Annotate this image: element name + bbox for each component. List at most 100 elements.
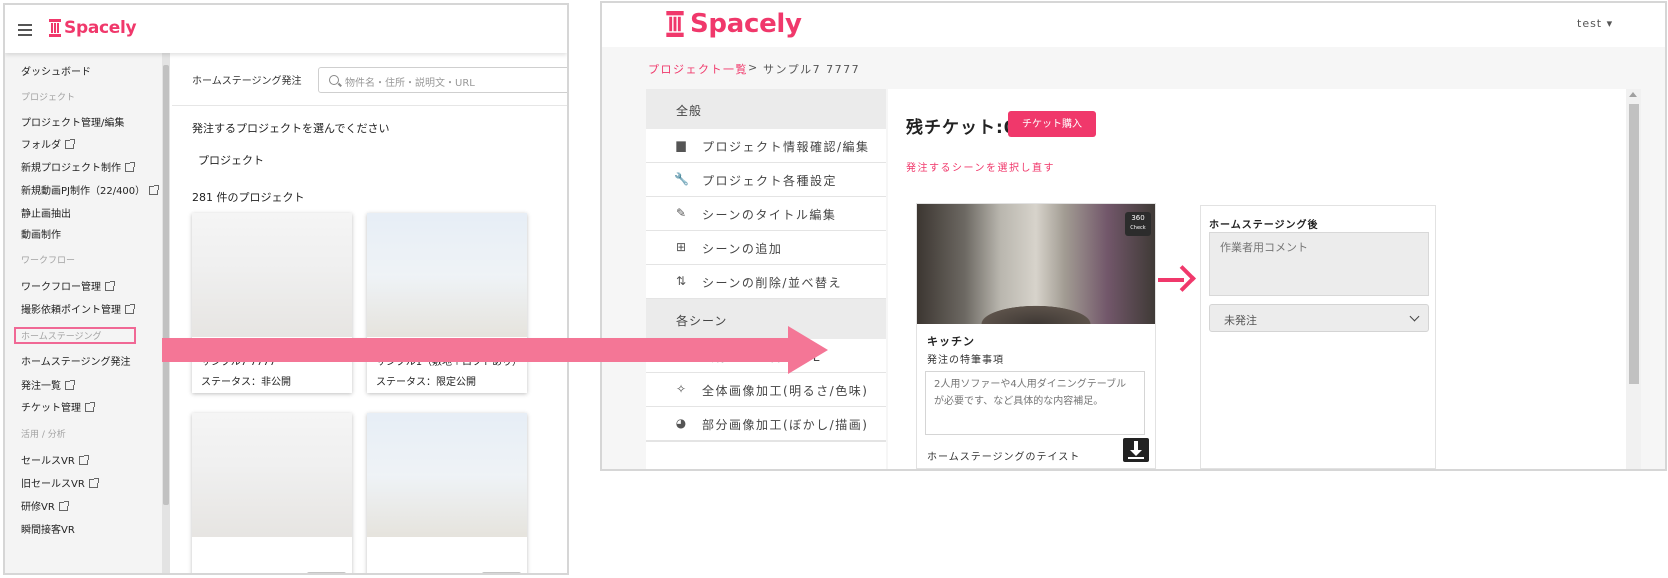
badge-360-top: 360 (1131, 214, 1145, 222)
arrow-right-icon (1156, 265, 1196, 295)
wrench-icon: 🔧 (674, 172, 689, 186)
left-app-window: Spacely ダッシュボード プロジェクトプロジェクト管理/編集 フォルダ新規プロ… (3, 3, 569, 575)
left-header: Spacely (5, 5, 567, 53)
external-link-icon (125, 304, 135, 314)
sidebar-item[interactable]: 瞬間接客VR (21, 521, 75, 536)
project-status: ステータス：限定公開 (376, 377, 476, 388)
menu-item-label: シーンの追加 (702, 242, 783, 256)
external-link-icon (105, 281, 115, 291)
sidebar-item[interactable]: 新規動画PJ制作（22/400） (21, 182, 160, 197)
sidebar-section-header: ワークフロー (21, 253, 75, 266)
request-textarea[interactable] (925, 371, 1145, 435)
sidebar-item-label: 発注一覧 (21, 381, 61, 392)
sidebar-section-header: 活用 / 分析 (21, 427, 66, 440)
scene-title: キッチン (927, 335, 975, 348)
app-title: Spacely (690, 9, 802, 39)
download-icon[interactable] (1123, 438, 1149, 462)
flow-arrow (162, 326, 828, 374)
order-content: 残チケット:0 チケット購入 発注するシーンを選択し直す 360 Check キ… (888, 89, 1626, 469)
sidebar-item-label: ホームステージング発注 (21, 357, 131, 368)
plus-square-icon: ⊞ (675, 240, 687, 254)
status-value: 未発注 (1224, 314, 1257, 327)
file-icon: ▆ (676, 138, 686, 152)
menu-item-label: 全体画像加工(明るさ/色味) (702, 384, 869, 398)
sidebar-item[interactable]: チケット管理 (21, 399, 95, 414)
menu-item[interactable]: 🔧 プロジェクト各種設定 (646, 163, 886, 198)
sidebar-scrollbar[interactable] (162, 53, 170, 573)
sidebar-item-label: ワークフロー (21, 256, 76, 266)
after-staging-card: ホームステージング後 未発注 (1200, 205, 1436, 469)
worker-comment-field[interactable] (1209, 232, 1429, 296)
breadcrumb-current: サンプル7 7777 (763, 63, 861, 76)
sidebar-item[interactable]: 新規プロジェクト制作 (21, 159, 135, 174)
menu-item-label: プロジェクト情報確認/編集 (702, 140, 870, 154)
menu-item[interactable]: ✎ シーンのタイトル編集 (646, 197, 886, 232)
external-link-icon (88, 478, 99, 488)
breadcrumb-link[interactable]: プロジェクト一覧 (648, 61, 748, 77)
external-link-icon (65, 380, 75, 390)
view-360-icon[interactable]: 360 Check (1125, 212, 1151, 236)
external-link-icon (58, 501, 69, 511)
content-scrollbar[interactable] (1626, 89, 1641, 469)
sidebar-item[interactable]: 静止画抽出 (21, 205, 71, 220)
external-link-icon (125, 162, 135, 172)
left-main: ホームステージング発注 物件名・住所・説明文・URL 発注するプロジェクトを選ん… (172, 53, 567, 573)
sidebar-item-label: フォルダ (21, 140, 61, 151)
external-link-icon (85, 402, 95, 412)
menu-item[interactable]: ⊞ シーンの追加 (646, 231, 886, 266)
hamburger-menu-icon[interactable] (18, 24, 32, 36)
breadcrumb-separator: > (748, 61, 759, 74)
sidebar-item-label: プロジェクト (21, 93, 76, 103)
right-app-window: Spacely test ▾ プロジェクト一覧 > サンプル7 7777 全般 ▆… (600, 1, 1667, 471)
buy-ticket-button[interactable]: チケット購入 (1008, 111, 1096, 137)
after-staging-title: ホームステージング後 (1209, 220, 1319, 231)
sidebar-item[interactable]: 発注一覧 (21, 377, 75, 392)
sidebar-item-label: ダッシュボード (21, 67, 91, 78)
menu-item-label: シーンのタイトル編集 (702, 208, 837, 222)
magic-wand-icon: ✧ (675, 382, 687, 396)
pencil-icon: ✎ (675, 206, 687, 220)
sidebar-item[interactable]: ワークフロー管理 (21, 278, 115, 293)
sidebar-item[interactable]: 研修VR (21, 498, 69, 513)
sidebar-item[interactable]: 動画制作 (21, 226, 61, 241)
menu-item-label: プロジェクト各種設定 (702, 174, 838, 188)
user-menu[interactable]: test ▾ (1577, 17, 1613, 30)
reselect-scene-link[interactable]: 発注するシーンを選択し直す (906, 159, 1055, 174)
sidebar-item-label: 静止画抽出 (21, 209, 71, 220)
project-status: ステータス：非公開 (201, 377, 291, 388)
sidebar-item[interactable]: 旧セールスVR (21, 475, 99, 490)
sidebar-item[interactable]: ダッシュボード (21, 63, 91, 78)
scene-card: 360 Check キッチン 発注の特筆事項 ホームステージングのテイスト (916, 203, 1156, 469)
palette-icon: ◕ (675, 416, 687, 430)
order-status-select[interactable]: 未発注 (1209, 304, 1429, 332)
sidebar-item[interactable]: プロジェクト管理/編集 (21, 114, 124, 129)
sidebar-item-label: 旧セールスVR (21, 479, 85, 490)
project-card[interactable]: 5シーン (192, 413, 352, 573)
project-card[interactable]: 8シーン (367, 413, 527, 573)
menu-item[interactable]: ▆ プロジェクト情報確認/編集 (646, 129, 886, 164)
sidebar-item-label: 撮影依頼ポイント管理 (21, 305, 121, 316)
menu-item[interactable]: ⇅ シーンの削除/並べ替え (646, 265, 886, 300)
sidebar-item[interactable]: セールスVR (21, 452, 89, 467)
sidebar-item-label: ワークフロー管理 (21, 282, 101, 293)
badge-360-bottom: Check (1130, 225, 1146, 231)
sidebar-item-label: 動画制作 (21, 230, 61, 241)
menu-item[interactable]: ◕ 部分画像加工(ぼかし/描画) (646, 407, 886, 442)
settings-menu: 全般 ▆ プロジェクト情報確認/編集 🔧 プロジェクト各種設定 ✎ シーンのタイトル編集 ⊞ シ… (646, 89, 886, 469)
sidebar-item-label: 瞬間接客VR (21, 525, 75, 536)
sidebar-item-label: セールスVR (21, 456, 75, 467)
sidebar-item[interactable]: ホームステージング発注 (21, 353, 131, 368)
sidebar-item[interactable]: フォルダ (21, 136, 75, 151)
sidebar-item-label: 研修VR (21, 502, 55, 513)
sidebar-item-label: 活用 / 分析 (21, 430, 66, 440)
right-header: Spacely test ▾ (602, 3, 1665, 47)
panorama-thumbnail[interactable] (917, 204, 1155, 324)
menu-item[interactable]: ✧ 全体画像加工(明るさ/色味) (646, 373, 886, 408)
sidebar-item-label: プロジェクト管理/編集 (21, 118, 125, 129)
external-link-icon (78, 455, 89, 465)
sidebar-item-label: 新規プロジェクト制作 (21, 163, 121, 174)
selected-item-highlight (14, 327, 136, 344)
menu-group-header: 全般 (646, 89, 886, 133)
sidebar-item[interactable]: 撮影依頼ポイント管理 (21, 301, 135, 316)
menu-item-label: 部分画像加工(ぼかし/描画) (702, 418, 869, 432)
